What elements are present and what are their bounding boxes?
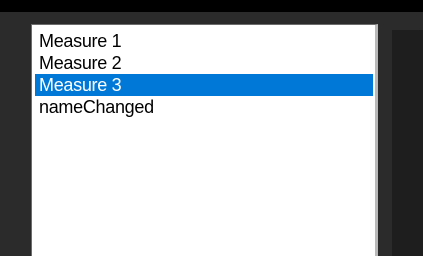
- list-item-measure-3-selected[interactable]: Measure 3: [35, 74, 373, 96]
- list-item-measure-1[interactable]: Measure 1: [35, 30, 373, 52]
- list-item-name-changed[interactable]: nameChanged: [35, 96, 373, 118]
- measure-listbox[interactable]: Measure 1 Measure 2 Measure 3 nameChange…: [31, 24, 378, 256]
- list-item-measure-2[interactable]: Measure 2: [35, 52, 373, 74]
- measure-list: Measure 1 Measure 2 Measure 3 nameChange…: [35, 30, 373, 118]
- side-panel: [392, 30, 423, 256]
